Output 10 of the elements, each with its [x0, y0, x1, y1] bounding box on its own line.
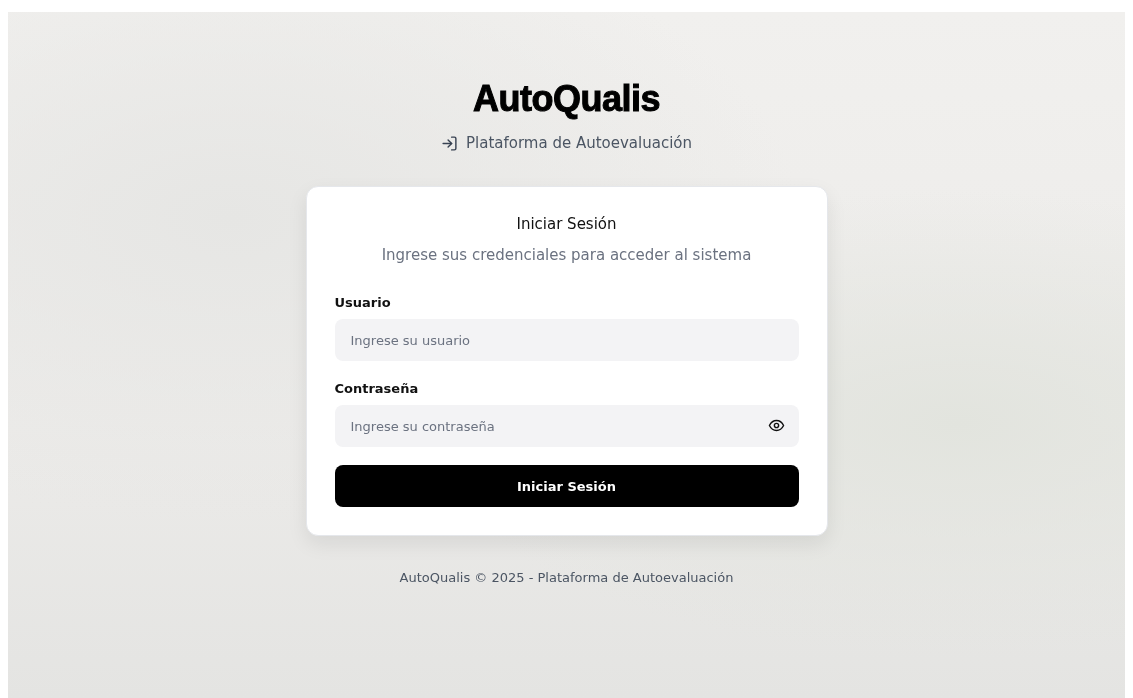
card-title: Iniciar Sesión: [515, 215, 618, 233]
footer-text: AutoQualis © 2025 - Plataforma de Autoevaluación: [399, 570, 734, 585]
login-button[interactable]: Iniciar Sesión: [334, 465, 799, 507]
password-field[interactable]: Ingrese su contraseña: [334, 405, 799, 447]
input-field[interactable]: Ingrese su usuario: [334, 319, 799, 361]
field-label: Contraseña: [334, 381, 420, 396]
card-description: Ingrese sus credenciales para acceder al sistema: [380, 246, 753, 264]
app-subtitle: Plataforma de Autoevaluación: [466, 134, 692, 152]
app-title: AutoQualis: [473, 78, 660, 120]
field-label: Usuario: [334, 295, 392, 310]
